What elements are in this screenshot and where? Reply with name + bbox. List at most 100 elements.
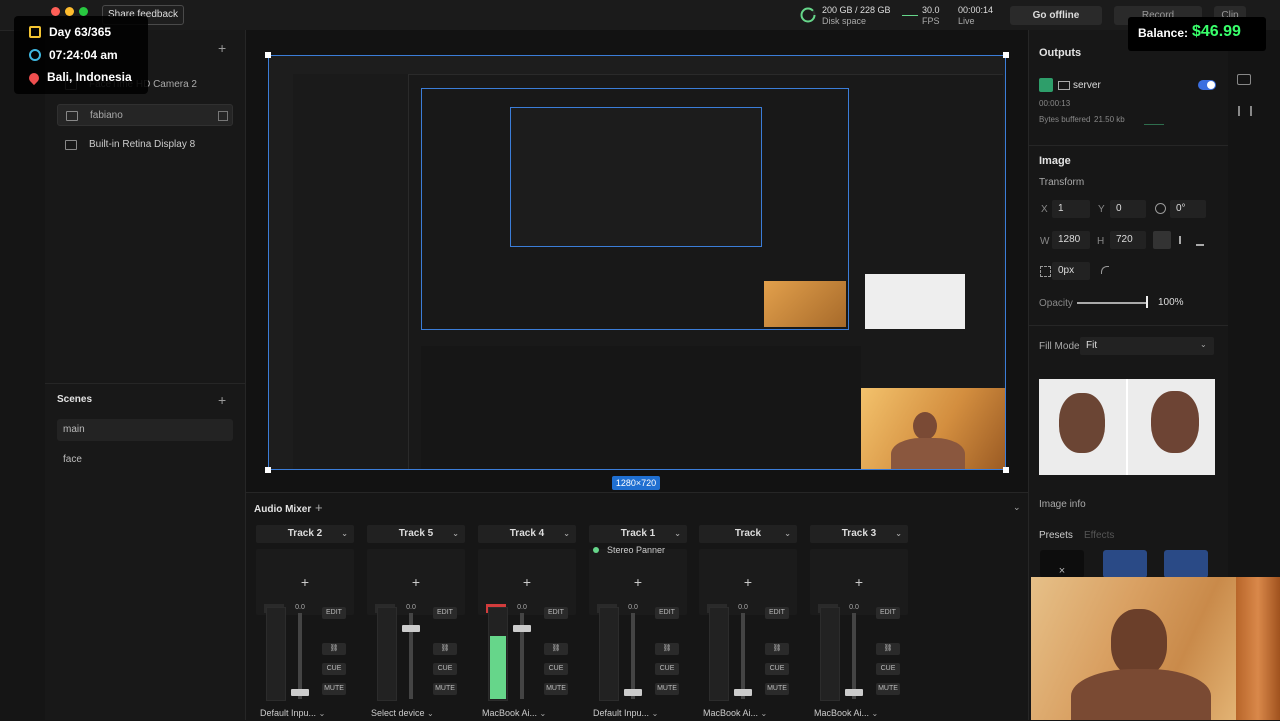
image-info-toggle[interactable]: Image info [1039, 499, 1086, 510]
input-device-select[interactable]: Default Inpu... ⌄ [593, 707, 681, 720]
tab-presets[interactable]: Presets [1039, 530, 1073, 541]
minimize-window-icon[interactable] [65, 7, 74, 16]
preset-2[interactable] [1164, 550, 1208, 578]
cue-button[interactable]: CUE [765, 663, 789, 675]
mute-button[interactable]: MUTE [655, 683, 679, 695]
track-name[interactable]: Track 5 ⌄ [367, 525, 465, 543]
audio-track: Track 5 ⌄ +0.0 EDIT ⛓ CUE MUTE Select device ⌄ [367, 525, 465, 720]
device-label: Default Inpu... [593, 708, 650, 718]
mute-button[interactable]: MUTE [765, 683, 789, 695]
cue-button[interactable]: CUE [322, 663, 346, 675]
source-item-retina-display[interactable]: Built-in Retina Display 8 [57, 134, 233, 156]
nested-webcam-thumb [764, 281, 846, 327]
fill-mode-select[interactable]: Fit [1080, 337, 1214, 355]
edit-button[interactable]: EDIT [655, 607, 679, 619]
input-device-select[interactable]: Select device ⌄ [371, 707, 459, 720]
collapse-mixer-icon[interactable]: ⌄ [1013, 502, 1021, 513]
cue-button[interactable]: CUE [655, 663, 679, 675]
chevron-down-icon: ⌄ [341, 529, 348, 538]
add-track-button[interactable]: + [315, 500, 323, 515]
fader-knob[interactable] [734, 689, 752, 696]
fader-knob[interactable] [402, 625, 420, 632]
face-left [1059, 393, 1105, 453]
stream-preview[interactable] [268, 55, 1006, 470]
link-icon[interactable]: ⛓ [876, 643, 900, 655]
maximize-window-icon[interactable] [79, 7, 88, 16]
local-time: 07:24:04 am [49, 48, 118, 62]
nested-topbar [293, 56, 1003, 75]
live-time: 00:00:14 [958, 5, 994, 15]
fader-knob[interactable] [513, 625, 531, 632]
x-input[interactable]: 1 [1052, 200, 1090, 218]
track-name[interactable]: Track ⌄ [699, 525, 797, 543]
output-toggle[interactable] [1198, 80, 1216, 90]
edit-button[interactable]: EDIT [765, 607, 789, 619]
go-offline-button[interactable]: Go offline [1010, 6, 1102, 25]
link-icon[interactable]: ⛓ [544, 643, 568, 655]
edit-button[interactable]: EDIT [322, 607, 346, 619]
preset-1[interactable] [1103, 550, 1147, 578]
resize-handle-tl[interactable] [265, 52, 271, 58]
mute-button[interactable]: MUTE [433, 683, 457, 695]
stereo-panner[interactable]: Stereo Panner [593, 545, 683, 557]
link-icon[interactable]: ⛓ [765, 643, 789, 655]
add-source-button[interactable]: + [218, 40, 226, 56]
fader-knob[interactable] [624, 689, 642, 696]
y-input[interactable]: 0 [1110, 200, 1146, 218]
volume-fader[interactable] [631, 613, 635, 699]
mute-button[interactable]: MUTE [544, 683, 568, 695]
audio-levels-icon[interactable] [1238, 106, 1252, 116]
mute-button[interactable]: MUTE [876, 683, 900, 695]
input-device-select[interactable]: MacBook Ai... ⌄ [814, 707, 902, 720]
chat-icon[interactable] [1237, 74, 1251, 85]
track-name[interactable]: Track 4 ⌄ [478, 525, 576, 543]
edit-button[interactable]: EDIT [876, 607, 900, 619]
face-silhouette [913, 412, 937, 440]
fader-knob[interactable] [845, 689, 863, 696]
resize-handle-bl[interactable] [265, 467, 271, 473]
opacity-slider-track[interactable] [1077, 302, 1147, 304]
cue-button[interactable]: CUE [876, 663, 900, 675]
corner-radius-input[interactable]: 0px [1052, 262, 1090, 280]
mute-button[interactable]: MUTE [322, 683, 346, 695]
cue-button[interactable]: CUE [544, 663, 568, 675]
link-icon[interactable]: ⛓ [655, 643, 679, 655]
volume-fader[interactable] [741, 613, 745, 699]
opacity-value[interactable]: 100% [1152, 294, 1192, 312]
scene-item-face[interactable]: face [57, 449, 233, 471]
resize-handle-tr[interactable] [1003, 52, 1009, 58]
track-name[interactable]: Track 3 ⌄ [810, 525, 908, 543]
source-settings-icon[interactable] [218, 111, 228, 121]
preset-none[interactable]: × [1040, 550, 1084, 578]
add-scene-button[interactable]: + [218, 392, 226, 408]
resize-handle-br[interactable] [1003, 467, 1009, 473]
rotation-input[interactable]: 0° [1170, 200, 1206, 218]
close-window-icon[interactable] [51, 7, 60, 16]
link-icon[interactable]: ⛓ [433, 643, 457, 655]
scene-item-main[interactable]: main [57, 419, 233, 441]
align-icon[interactable] [1179, 236, 1190, 244]
link-aspect-icon[interactable] [1153, 231, 1171, 249]
input-device-select[interactable]: MacBook Ai... ⌄ [482, 707, 570, 720]
tab-effects[interactable]: Effects [1084, 530, 1114, 541]
track-name-label: Track 4 [509, 528, 545, 539]
cue-button[interactable]: CUE [433, 663, 457, 675]
source-item-fabiano[interactable]: fabiano [57, 104, 233, 126]
h-label: H [1097, 236, 1105, 247]
edit-button[interactable]: EDIT [544, 607, 568, 619]
track-name[interactable]: Track 2 ⌄ [256, 525, 354, 543]
link-icon[interactable]: ⛓ [322, 643, 346, 655]
width-input[interactable]: 1280 [1052, 231, 1090, 249]
track-name[interactable]: Track 1 ⌄ [589, 525, 687, 543]
input-device-select[interactable]: Default Inpu... ⌄ [260, 707, 348, 720]
height-input[interactable]: 720 [1110, 231, 1146, 249]
volume-fader[interactable] [298, 613, 302, 699]
track-level-value: 0.0 [628, 604, 638, 611]
edit-button[interactable]: EDIT [433, 607, 457, 619]
fader-knob[interactable] [291, 689, 309, 696]
input-device-select[interactable]: MacBook Ai... ⌄ [703, 707, 791, 720]
align-bottom-icon[interactable] [1196, 236, 1204, 246]
day-counter: Day 63/365 [49, 25, 112, 39]
volume-fader[interactable] [852, 613, 856, 699]
opacity-slider-thumb[interactable] [1146, 296, 1148, 308]
